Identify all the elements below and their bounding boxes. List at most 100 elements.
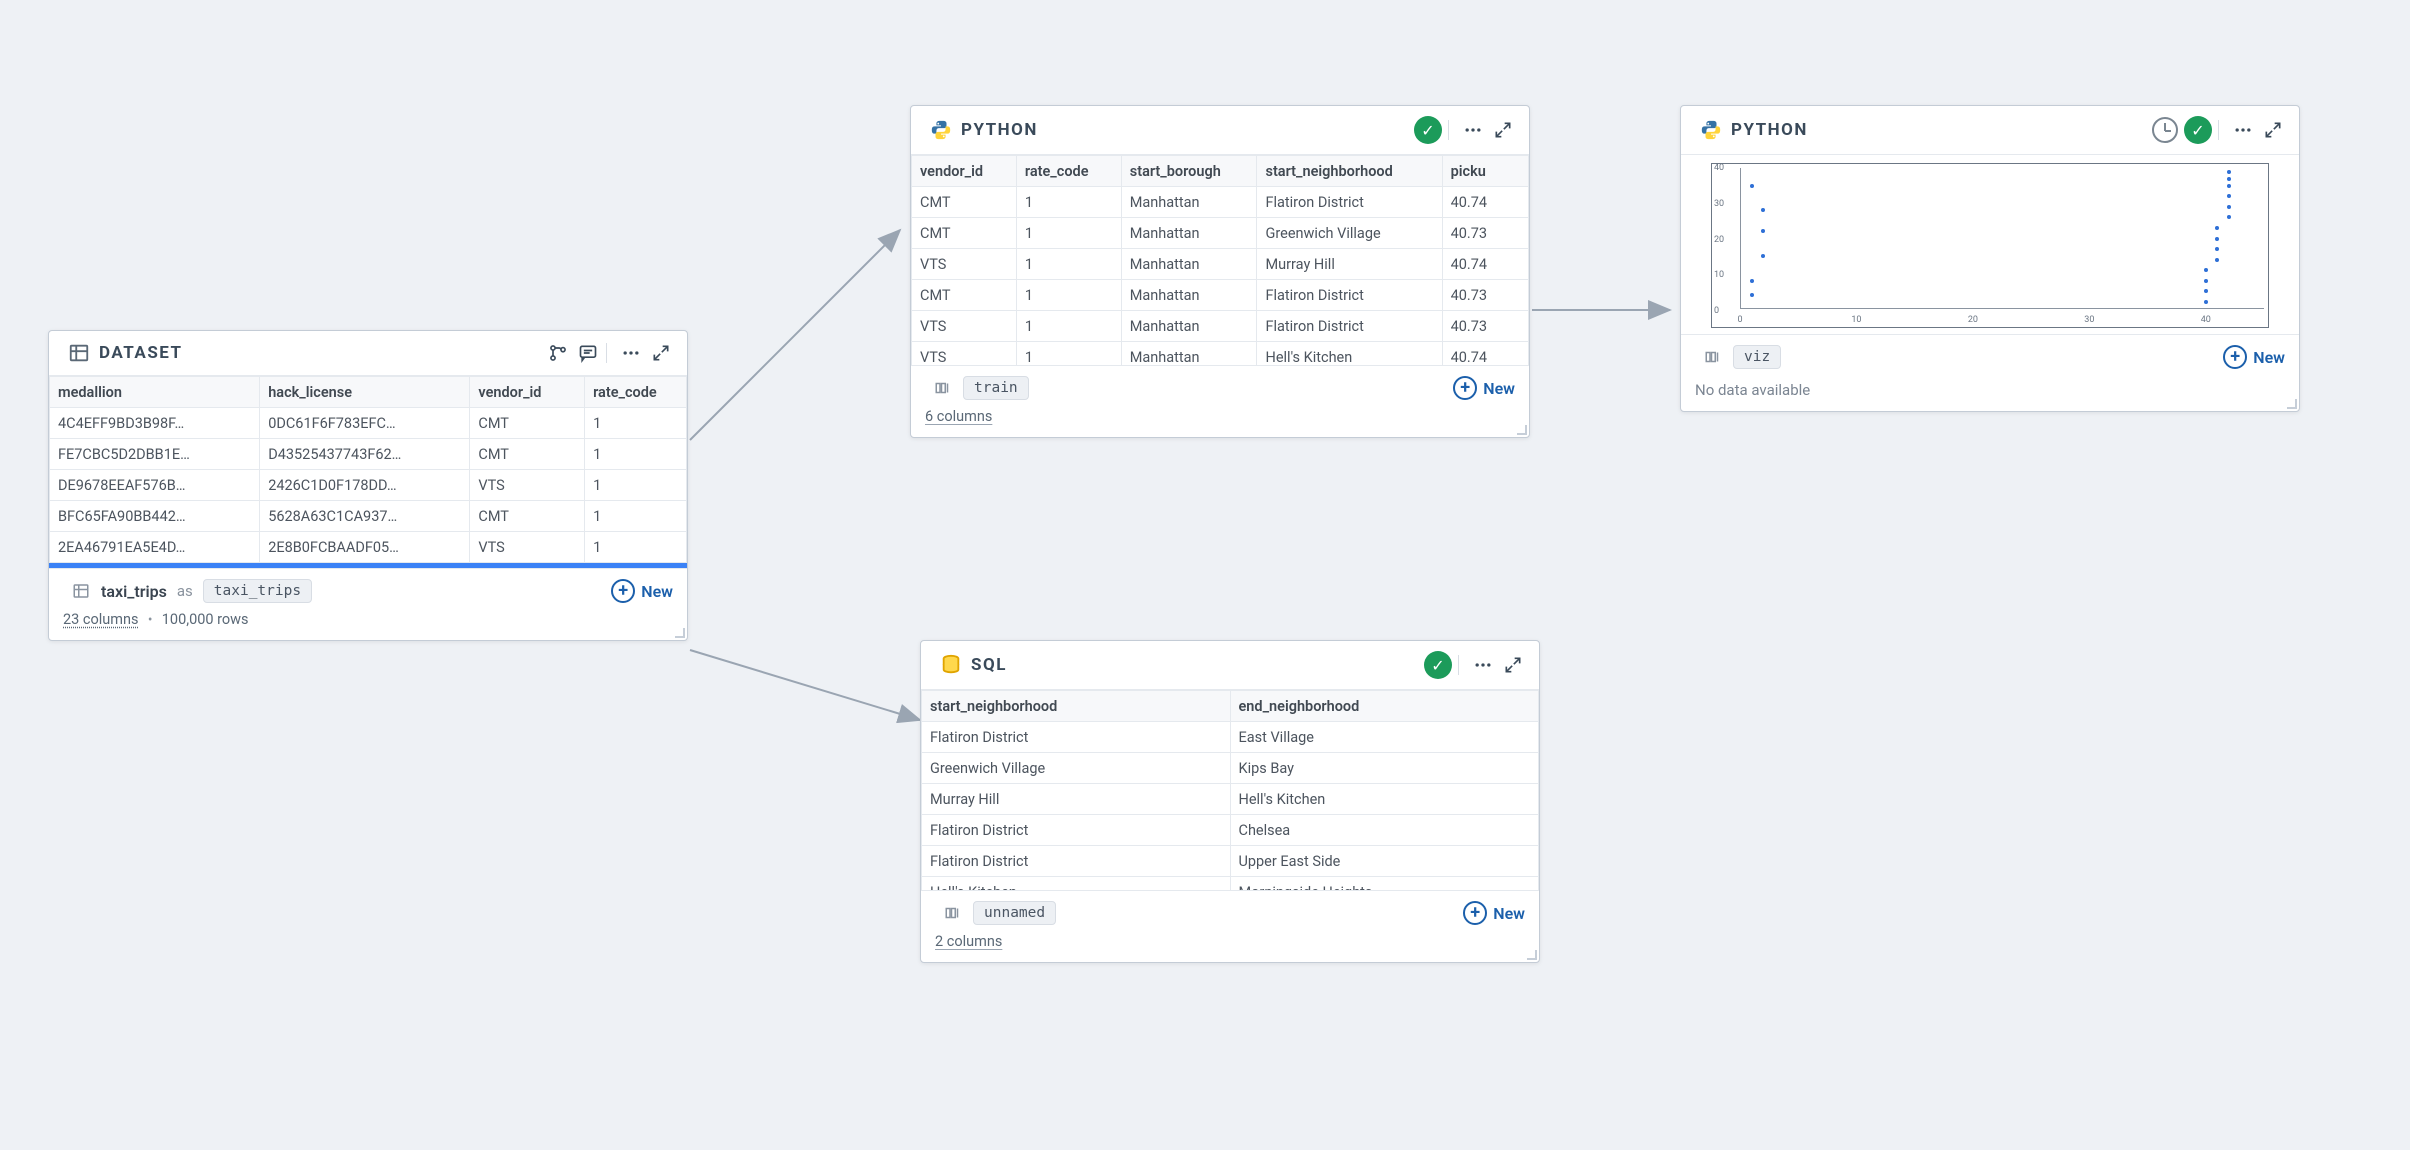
table-cell: 1 <box>1016 218 1121 249</box>
rename-icon[interactable] <box>1701 345 1725 369</box>
col-header[interactable]: hack_license <box>260 377 470 408</box>
resize-handle[interactable] <box>1513 421 1527 435</box>
table-cell: 40.74 <box>1442 187 1528 218</box>
dataset-name: taxi_trips <box>101 582 167 601</box>
dataset-alias-chip[interactable]: taxi_trips <box>203 579 312 603</box>
new-button[interactable]: + New <box>1453 376 1515 400</box>
new-button[interactable]: + New <box>611 579 673 603</box>
table-cell: Flatiron District <box>1257 280 1442 311</box>
sql-node[interactable]: SQL ✓ start_neighborhood end_neighborhoo… <box>920 640 1540 963</box>
table-row: VTS1ManhattanMurray Hill40.74 <box>912 249 1529 280</box>
table-cell: Flatiron District <box>922 815 1231 846</box>
new-button[interactable]: + New <box>2223 345 2285 369</box>
table-cell: Hell's Kitchen <box>1257 342 1442 366</box>
table-cell: Flatiron District <box>1257 311 1442 342</box>
table-cell: Upper East Side <box>1230 846 1539 877</box>
col-header[interactable]: rate_code <box>585 377 687 408</box>
resize-handle[interactable] <box>1523 946 1537 960</box>
col-header[interactable]: start_neighborhood <box>1257 156 1442 187</box>
table-cell: 40.74 <box>1442 342 1528 366</box>
rename-icon[interactable] <box>931 376 955 400</box>
resize-handle[interactable] <box>2283 395 2297 409</box>
table-icon <box>67 341 91 365</box>
table-row: Hell's KitchenMorningside Heights <box>922 877 1539 891</box>
table-row: CMT1ManhattanFlatiron District40.73 <box>912 280 1529 311</box>
separator <box>2218 120 2219 140</box>
columns-count[interactable]: 23 columns <box>63 611 138 628</box>
table-cell: 1 <box>1016 311 1121 342</box>
table-cell: 2EA46791EA5E4D… <box>50 532 260 563</box>
more-icon[interactable] <box>619 341 643 365</box>
table-row: FE7CBC5D2DBB1E…D43525437743F62…CMT1 <box>50 439 687 470</box>
more-icon[interactable] <box>1471 653 1495 677</box>
dataset-footer: taxi_trips as taxi_trips + New 23 column… <box>49 568 687 640</box>
new-label: New <box>641 582 673 601</box>
cell-name-chip[interactable]: unnamed <box>973 901 1056 925</box>
new-label: New <box>1483 379 1515 398</box>
table-cell: D43525437743F62… <box>260 439 470 470</box>
table-cell: CMT <box>912 187 1017 218</box>
table-cell: 1 <box>1016 342 1121 366</box>
table-row: Flatiron DistrictUpper East Side <box>922 846 1539 877</box>
table-cell: 1 <box>1016 280 1121 311</box>
table-cell: Hell's Kitchen <box>1230 784 1539 815</box>
python-train-table: vendor_id rate_code start_borough start_… <box>911 155 1529 365</box>
table-cell: CMT <box>470 408 585 439</box>
python-viz-node[interactable]: PYTHON ✓ 010203040010203040 <box>1680 105 2300 412</box>
python-train-node[interactable]: PYTHON ✓ vendor_id rate_code start_borou… <box>910 105 1530 438</box>
cell-name-chip[interactable]: viz <box>1733 345 1781 369</box>
dataset-node[interactable]: DATASET <box>48 330 688 641</box>
table-row: CMT1ManhattanFlatiron District40.74 <box>912 187 1529 218</box>
table-cell: Morningside Heights <box>1230 877 1539 891</box>
table-cell: VTS <box>912 311 1017 342</box>
columns-count[interactable]: 6 columns <box>925 408 1515 425</box>
separator <box>606 343 607 363</box>
status-pending-icon <box>2152 117 2178 143</box>
cell-name-chip[interactable]: train <box>963 376 1029 400</box>
comment-icon[interactable] <box>576 341 600 365</box>
col-header[interactable]: start_borough <box>1121 156 1257 187</box>
node-title: SQL <box>971 655 1007 675</box>
table-cell: 2E8B0FCBAADF05… <box>260 532 470 563</box>
chart-preview: 010203040010203040 <box>1681 155 2299 334</box>
col-header[interactable]: picku <box>1442 156 1528 187</box>
col-header[interactable]: medallion <box>50 377 260 408</box>
col-header[interactable]: rate_code <box>1016 156 1121 187</box>
col-header[interactable]: end_neighborhood <box>1230 691 1539 722</box>
expand-icon[interactable] <box>1501 653 1525 677</box>
table-cell: East Village <box>1230 722 1539 753</box>
table-cell: 1 <box>585 470 687 501</box>
new-button[interactable]: + New <box>1463 901 1525 925</box>
table-cell: 2426C1D0F178DD… <box>260 470 470 501</box>
expand-icon[interactable] <box>1491 118 1515 142</box>
table-cell: 40.73 <box>1442 311 1528 342</box>
rename-icon[interactable] <box>941 901 965 925</box>
table-cell: Manhattan <box>1121 311 1257 342</box>
table-cell: VTS <box>912 342 1017 366</box>
sql-footer: unnamed + New 2 columns <box>921 890 1539 962</box>
table-cell: CMT <box>470 439 585 470</box>
table-row: 2EA46791EA5E4D…2E8B0FCBAADF05…VTS1 <box>50 532 687 563</box>
table-cell: Greenwich Village <box>1257 218 1442 249</box>
table-cell: DE9678EEAF576B… <box>50 470 260 501</box>
dataset-table: medallion hack_license vendor_id rate_co… <box>49 376 687 563</box>
col-header[interactable]: vendor_id <box>470 377 585 408</box>
python-train-footer: train + New 6 columns <box>911 365 1529 437</box>
branch-icon[interactable] <box>546 341 570 365</box>
columns-count[interactable]: 2 columns <box>935 933 1525 950</box>
table-cell: 4C4EFF9BD3B98F… <box>50 408 260 439</box>
node-title: DATASET <box>99 343 183 363</box>
table-cell: VTS <box>470 470 585 501</box>
table-row: VTS1ManhattanHell's Kitchen40.74 <box>912 342 1529 366</box>
resize-handle[interactable] <box>671 624 685 638</box>
status-success-icon: ✓ <box>2184 116 2212 144</box>
table-row: Murray HillHell's Kitchen <box>922 784 1539 815</box>
col-header[interactable]: vendor_id <box>912 156 1017 187</box>
more-icon[interactable] <box>1461 118 1485 142</box>
more-icon[interactable] <box>2231 118 2255 142</box>
col-header[interactable]: start_neighborhood <box>922 691 1231 722</box>
table-cell: VTS <box>470 532 585 563</box>
plus-icon: + <box>611 579 635 603</box>
expand-icon[interactable] <box>649 341 673 365</box>
expand-icon[interactable] <box>2261 118 2285 142</box>
